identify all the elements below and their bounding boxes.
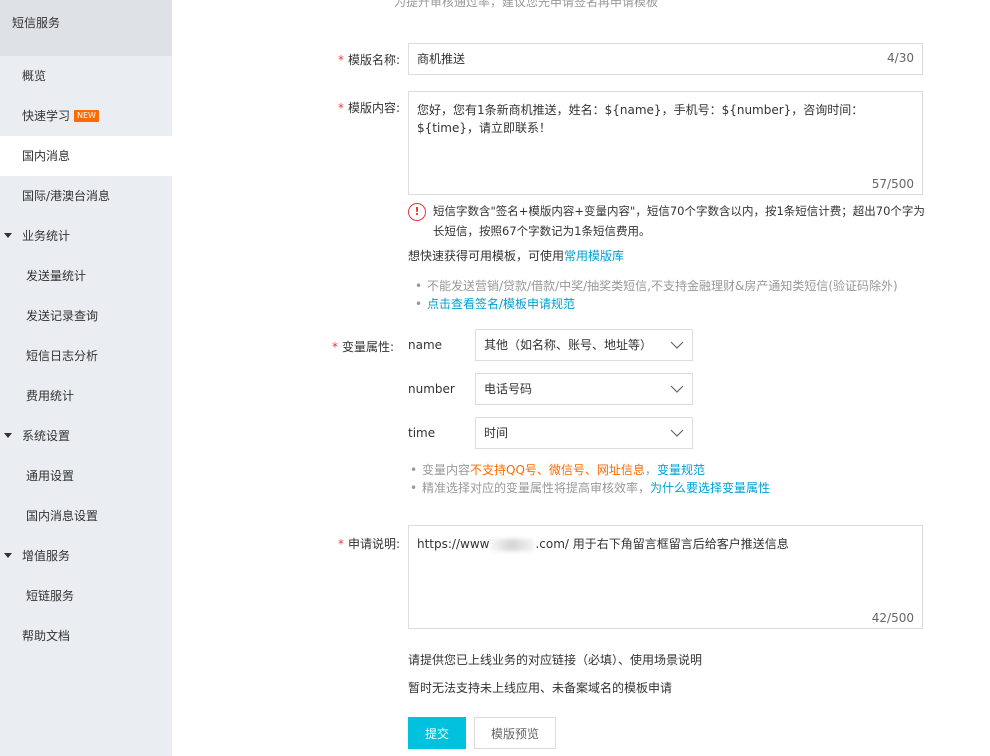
template-library-link[interactable]: 常用模版库: [564, 249, 624, 263]
template-name-input[interactable]: 商机推送: [408, 43, 923, 75]
sidebar-group-label: 增值服务: [22, 549, 71, 563]
label-text: 申请说明:: [347, 537, 400, 551]
sidebar-item-overview[interactable]: 概览: [0, 56, 172, 96]
rule-item: 不能发送营销/贷款/借款/中奖/抽奖类短信,不支持金融理财&房产通知类短信(验证…: [415, 277, 898, 295]
variables-label: * 变量属性:: [332, 338, 394, 355]
sidebar-item-help-docs[interactable]: 帮助文档: [0, 616, 172, 656]
tip-separator: ，: [644, 463, 657, 477]
warning-circle-icon: !: [408, 203, 426, 221]
apply-desc-label: * 申请说明:: [338, 535, 400, 552]
variable-name: name: [408, 338, 443, 352]
variable-name: number: [408, 382, 455, 396]
sidebar-item-label: 费用统计: [26, 389, 75, 403]
sidebar-group-system-settings[interactable]: 系统设置: [0, 416, 172, 456]
textarea-value-prefix: https://www: [417, 537, 490, 551]
sidebar-item-label: 发送记录查询: [26, 309, 99, 323]
input-value: 商机推送: [417, 52, 466, 66]
sidebar-item-sms-log-analysis[interactable]: 短信日志分析: [0, 336, 172, 376]
sidebar-item-general-settings[interactable]: 通用设置: [0, 456, 172, 496]
tip-text: 精准选择对应的变量属性将提高审核效率，: [422, 481, 651, 495]
sidebar-item-send-volume[interactable]: 发送量统计: [0, 256, 172, 296]
sidebar-item-label: 短信日志分析: [26, 349, 99, 363]
quick-tip-text: 想快速获得可用模板，可使用: [408, 249, 565, 263]
chevron-down-icon: [670, 341, 684, 349]
chevron-down-icon: [670, 385, 684, 393]
sidebar-item-quick-learn[interactable]: 快速学习 NEW: [0, 96, 172, 136]
sidebar-title: 短信服务: [0, 0, 172, 56]
redacted-blur: [490, 538, 535, 551]
sidebar-item-label: 概览: [22, 69, 47, 83]
sidebar-group-business-stats[interactable]: 业务统计: [0, 216, 172, 256]
variable-tip-item: 精准选择对应的变量属性将提高审核效率，为什么要选择变量属性: [410, 479, 770, 497]
sidebar-item-cost-stats[interactable]: 费用统计: [0, 376, 172, 416]
variable-tip-item: 变量内容不支持QQ号、微信号、网址信息，变量规范: [410, 461, 770, 479]
submit-button[interactable]: 提交: [408, 717, 466, 749]
variable-type-select[interactable]: 时间: [475, 417, 693, 449]
apply-hint-1: 请提供您已上线业务的对应链接（必填）、使用场景说明: [408, 653, 703, 667]
sidebar-item-label: 通用设置: [26, 469, 75, 483]
label-text: 模版名称:: [347, 53, 400, 67]
sidebar-group-label: 业务统计: [22, 229, 71, 243]
required-mark: *: [331, 340, 338, 354]
top-tip: 为提升审核通过率，建议您先申请签名再申请模板: [394, 0, 659, 9]
sidebar: 短信服务 概览 快速学习 NEW 国内消息 国际/港澳台消息 业务统计 发送量统计…: [0, 0, 172, 756]
variable-type-select[interactable]: 电话号码: [475, 373, 693, 405]
length-warning: ! 短信字数含"签名+模版内容+变量内容"，短信70个字数含以内，按1条短信计费…: [408, 201, 928, 241]
rules-list: 不能发送营销/贷款/借款/中奖/抽奖类短信,不支持金融理财&房产通知类短信(验证…: [415, 277, 898, 313]
template-name-counter: 4/30: [887, 51, 914, 65]
label-text: 变量属性:: [341, 340, 394, 354]
sidebar-item-label: 发送量统计: [26, 269, 87, 283]
select-value: 其他（如名称、账号、地址等）: [484, 338, 653, 352]
main-content: 为提升审核通过率，建议您先申请签名再申请模板 * 模版名称: 商机推送 4/30 …: [172, 0, 990, 756]
required-mark: *: [337, 53, 344, 67]
sidebar-item-international-messages[interactable]: 国际/港澳台消息: [0, 176, 172, 216]
sidebar-item-label: 快速学习: [22, 109, 71, 123]
select-value: 电话号码: [484, 382, 533, 396]
variable-spec-link[interactable]: 变量规范: [657, 463, 705, 477]
warning-text: 短信字数含"签名+模版内容+变量内容"，短信70个字数含以内，按1条短信计费；超…: [433, 204, 925, 238]
rule-item[interactable]: 点击查看签名/模板申请规范: [415, 295, 898, 313]
apply-desc-counter: 42/500: [871, 611, 914, 625]
tip-warning-text: 不支持QQ号、微信号、网址信息: [470, 463, 645, 477]
quick-template-tip: 想快速获得可用模板，可使用常用模版库: [408, 247, 624, 264]
sidebar-item-label: 短链服务: [26, 589, 75, 603]
why-variable-link[interactable]: 为什么要选择变量属性: [650, 481, 770, 495]
required-mark: *: [337, 101, 344, 115]
chevron-down-icon: [670, 429, 684, 437]
spec-link[interactable]: 点击查看签名/模板申请规范: [427, 297, 575, 311]
caret-down-icon: [4, 233, 12, 238]
required-mark: *: [337, 537, 344, 551]
apply-desc-textarea[interactable]: https://www .com/ 用于右下角留言框留言后给客户推送信息: [408, 525, 923, 629]
label-text: 模版内容:: [347, 101, 400, 115]
sidebar-group-value-added[interactable]: 增值服务: [0, 536, 172, 576]
caret-down-icon: [4, 553, 12, 558]
textarea-value: 您好，您有1条新商机推送，姓名：${name}，手机号：${number}，咨询…: [417, 103, 864, 135]
preview-button[interactable]: 模版预览: [474, 717, 556, 749]
apply-hint-2: 暂时无法支持未上线应用、未备案域名的模板申请: [408, 681, 673, 695]
sidebar-item-label: 国内消息设置: [26, 509, 99, 523]
sidebar-item-label: 国际/港澳台消息: [22, 189, 111, 203]
sidebar-item-label: 帮助文档: [22, 629, 71, 643]
variable-type-select[interactable]: 其他（如名称、账号、地址等）: [475, 329, 693, 361]
template-name-label: * 模版名称:: [338, 51, 400, 68]
caret-down-icon: [4, 433, 12, 438]
select-value: 时间: [484, 426, 509, 440]
new-badge: NEW: [74, 109, 99, 122]
template-content-textarea[interactable]: 您好，您有1条新商机推送，姓名：${name}，手机号：${number}，咨询…: [408, 91, 923, 195]
variable-name: time: [408, 426, 436, 440]
sidebar-item-domestic-settings[interactable]: 国内消息设置: [0, 496, 172, 536]
template-content-label: * 模版内容:: [338, 99, 400, 116]
variable-tips: 变量内容不支持QQ号、微信号、网址信息，变量规范 精准选择对应的变量属性将提高审…: [410, 461, 770, 497]
template-content-counter: 57/500: [871, 177, 914, 191]
tip-text: 变量内容: [422, 463, 471, 477]
sidebar-item-short-link[interactable]: 短链服务: [0, 576, 172, 616]
sidebar-item-domestic-messages[interactable]: 国内消息: [0, 136, 172, 176]
sidebar-item-label: 国内消息: [22, 149, 71, 163]
sidebar-group-label: 系统设置: [22, 429, 71, 443]
rule-text: 不能发送营销/贷款/借款/中奖/抽奖类短信,不支持金融理财&房产通知类短信(验证…: [427, 279, 898, 293]
sidebar-item-send-records[interactable]: 发送记录查询: [0, 296, 172, 336]
textarea-value-suffix: .com/ 用于右下角留言框留言后给客户推送信息: [535, 537, 789, 551]
